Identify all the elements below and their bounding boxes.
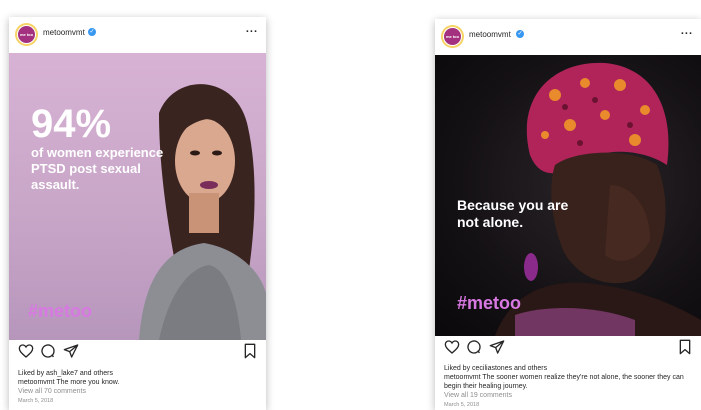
action-bar [435,339,701,361]
stat-description: of women experience PTSD post sexual ass… [31,145,164,192]
avatar-logo-text: me too [445,33,460,39]
more-options-icon[interactable]: ... [681,25,693,37]
post-caption: Liked by ceciliastones and others metoom… [444,364,695,410]
bookmark-icon[interactable] [242,343,258,359]
post-image[interactable]: 94% of women experience PTSD post sexual… [9,53,266,340]
post-caption: Liked by ash_lake7 and others metoomvmt … [18,369,260,406]
view-comments-link[interactable]: View all 19 comments [444,391,695,400]
verified-icon: ✓ [516,30,524,38]
post-image[interactable]: Because you are not alone. #metoo [435,55,701,336]
stat-percentage: 94% [31,102,112,146]
post-header: me too metoomvmt ✓ ... [9,17,266,53]
heart-icon[interactable] [18,343,34,359]
action-bar [9,343,266,365]
heart-icon[interactable] [444,339,460,355]
more-options-icon[interactable]: ... [246,23,258,35]
bookmark-icon[interactable] [677,339,693,355]
hashtag: #metoo [457,293,522,313]
avatar[interactable]: me too [15,23,38,46]
instagram-post-1: me too metoomvmt ✓ ... 94% of women expe… [9,17,266,410]
instagram-post-2: me too metoomvmt ✓ ... Because you are n… [435,19,701,410]
avatar-logo-text: me too [19,31,34,37]
avatar[interactable]: me too [441,25,464,48]
likes-text[interactable]: Liked by ceciliastones and others [444,364,695,373]
username[interactable]: metoomvmt [43,28,85,37]
username[interactable]: metoomvmt [469,30,511,39]
woman-portrait-illustration [139,84,266,340]
verified-icon: ✓ [88,28,96,36]
caption-text: metoomvmt The sooner women realize they'… [444,374,684,390]
share-icon[interactable] [489,339,505,355]
overlay-message: Because you are not alone. [457,197,569,230]
likes-text[interactable]: Liked by ash_lake7 and others [18,369,260,378]
post-date: March 5, 2018 [444,402,480,408]
hashtag: #metoo [28,301,93,321]
post-header: me too metoomvmt ✓ ... [435,19,701,55]
comment-icon[interactable] [466,339,482,355]
caption-text: metoomvmt The more you know. [18,379,120,386]
comment-icon[interactable] [40,343,56,359]
post-date: March 5, 2018 [18,398,54,404]
view-comments-link[interactable]: View all 70 comments [18,387,260,396]
share-icon[interactable] [63,343,79,359]
